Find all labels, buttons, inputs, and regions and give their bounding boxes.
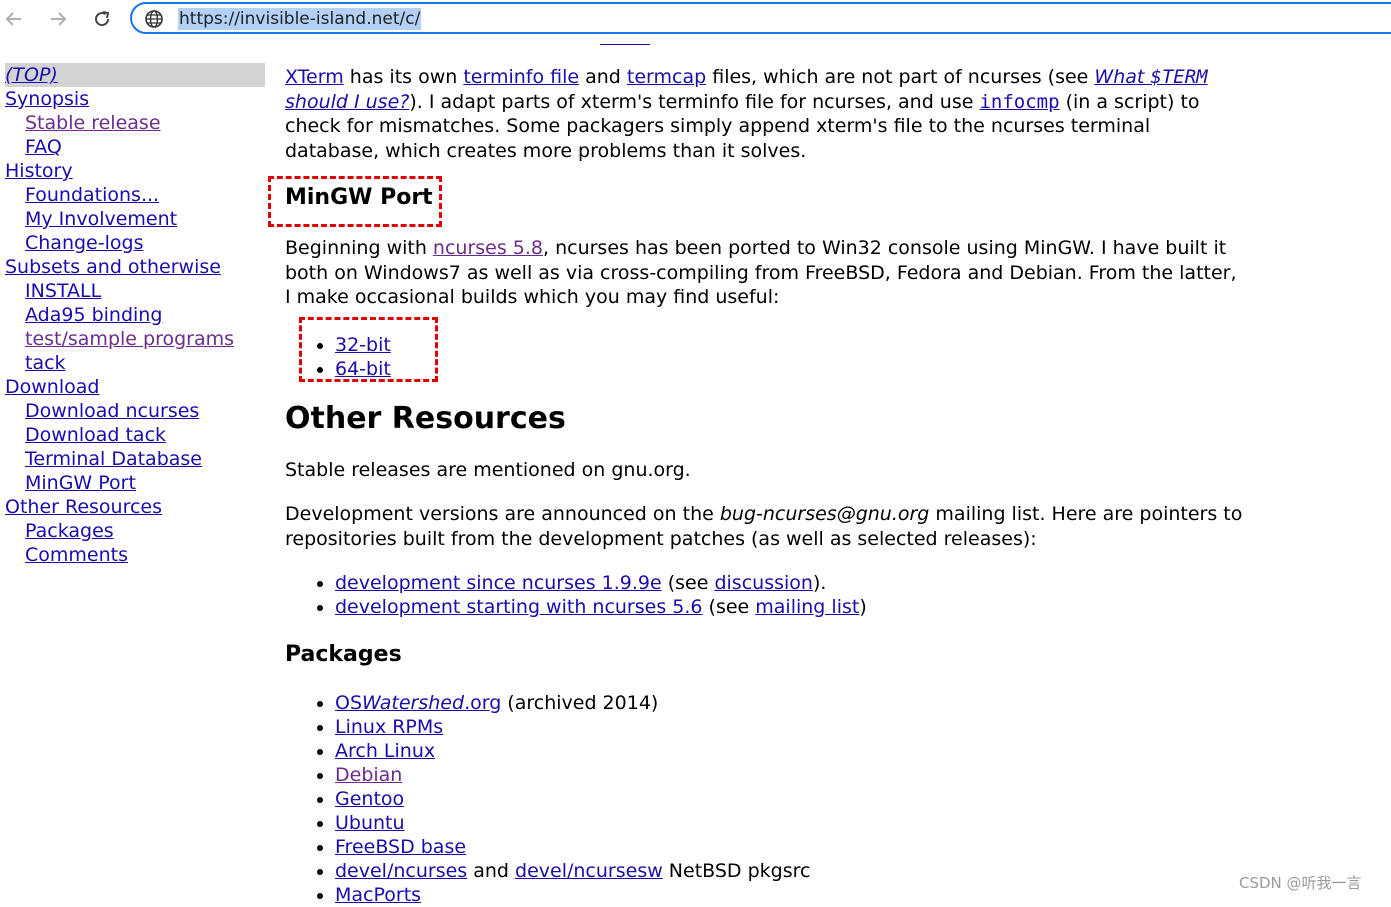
mailing-list-link[interactable]: mailing list: [755, 596, 859, 618]
oswatershed-link[interactable]: OSWatershed.org: [335, 692, 501, 714]
other-resources-heading: Other Resources: [285, 400, 566, 436]
sidebar-item-packages[interactable]: Packages: [25, 519, 265, 543]
packages-heading: Packages: [285, 642, 402, 667]
ncurses-58-link[interactable]: ncurses 5.8: [433, 237, 543, 259]
sidebar-item-tack[interactable]: tack: [25, 351, 265, 375]
list-item: Debian: [335, 763, 1245, 787]
main-content: XTerm has its own terminfo file and term…: [285, 63, 1245, 907]
macports-link[interactable]: MacPorts: [335, 884, 421, 906]
forward-button[interactable]: [46, 7, 70, 31]
arrow-right-icon: [51, 12, 67, 26]
dev-since-199e-link[interactable]: development since ncurses 1.9.9e: [335, 572, 662, 594]
reload-icon: [95, 11, 110, 27]
list-item: Arch Linux: [335, 739, 1245, 763]
sidebar-item-other-resources[interactable]: Other Resources: [5, 495, 265, 519]
list-item: 64-bit: [335, 357, 1245, 381]
sidebar-item-subsets[interactable]: Subsets and otherwise: [5, 255, 265, 279]
gentoo-link[interactable]: Gentoo: [335, 788, 404, 810]
sidebar-item-ada95[interactable]: Ada95 binding: [25, 303, 265, 327]
mailing-list-name: bug-ncurses@gnu.org: [719, 503, 930, 525]
mingw-builds-list: 32-bit 64-bit: [285, 333, 1245, 381]
discussion-link[interactable]: discussion: [714, 572, 812, 594]
linux-rpms-link[interactable]: Linux RPMs: [335, 716, 443, 738]
list-item: MacPorts: [335, 883, 1245, 907]
sidebar-item-download[interactable]: Download: [5, 375, 265, 399]
sidebar-item-mingw-port[interactable]: MinGW Port: [25, 471, 265, 495]
ubuntu-link[interactable]: Ubuntu: [335, 812, 405, 834]
build-32bit-link[interactable]: 32-bit: [335, 334, 391, 356]
debian-link[interactable]: Debian: [335, 764, 402, 786]
arrow-left-icon: [5, 12, 21, 26]
sidebar-item-synopsis[interactable]: Synopsis: [5, 87, 265, 111]
sidebar-item-foundations[interactable]: Foundations...: [25, 183, 265, 207]
build-64bit-link[interactable]: 64-bit: [335, 358, 391, 380]
address-bar[interactable]: https://invisible-island.net/c/: [130, 2, 1391, 34]
sidebar-item-install[interactable]: INSTALL: [25, 279, 265, 303]
sidebar-item-change-logs[interactable]: Change-logs: [25, 231, 265, 255]
xterm-paragraph: XTerm has its own terminfo file and term…: [285, 66, 1208, 162]
reload-button[interactable]: [90, 7, 114, 31]
list-item: development since ncurses 1.9.9e (see di…: [335, 571, 1245, 595]
termcap-link[interactable]: termcap: [627, 66, 706, 88]
arch-linux-link[interactable]: Arch Linux: [335, 740, 435, 762]
sidebar-item-faq[interactable]: FAQ: [25, 135, 62, 159]
terminfo-file-link[interactable]: terminfo file: [463, 66, 579, 88]
back-button[interactable]: [2, 7, 26, 31]
xterm-link[interactable]: XTerm: [285, 66, 344, 88]
infocmp-link[interactable]: infocmp: [979, 91, 1059, 113]
sidebar-item-download-ncurses[interactable]: Download ncurses: [25, 399, 265, 423]
sidebar-item-top[interactable]: (TOP): [5, 63, 265, 87]
list-item: development starting with ncurses 5.6 (s…: [335, 595, 1245, 619]
globe-icon[interactable]: [144, 9, 164, 29]
sidebar-item-terminal-database[interactable]: Terminal Database: [25, 447, 265, 471]
sidebar-nav: (TOP) Synopsis Stable release FAQ Histor…: [5, 63, 265, 567]
watermark: CSDN @听我一言: [1239, 874, 1362, 892]
url-text[interactable]: https://invisible-island.net/c/: [178, 8, 422, 30]
sidebar-item-test-programs[interactable]: test/sample programs: [25, 327, 265, 351]
list-item: FreeBSD base: [335, 835, 1245, 859]
browser-toolbar: https://invisible-island.net/c/: [0, 0, 1391, 40]
list-item: Linux RPMs: [335, 715, 1245, 739]
mingw-port-heading: MinGW Port: [285, 185, 433, 210]
development-paragraph: Development versions are announced on th…: [285, 503, 1243, 550]
dev-starting-56-link[interactable]: development starting with ncurses 5.6: [335, 596, 703, 618]
sidebar-item-history[interactable]: History: [5, 159, 265, 183]
list-item: 32-bit: [335, 333, 1245, 357]
devel-ncursesw-link[interactable]: devel/ncursesw: [515, 860, 663, 882]
list-item: OSWatershed.org (archived 2014): [335, 691, 1245, 715]
stable-releases-text: Stable releases are mentioned on gnu.org…: [285, 458, 691, 481]
sidebar-item-stable-release[interactable]: Stable release: [25, 111, 265, 135]
devel-ncurses-link[interactable]: devel/ncurses: [335, 860, 467, 882]
list-item: Ubuntu: [335, 811, 1245, 835]
mingw-paragraph: Beginning with ncurses 5.8, ncurses has …: [285, 237, 1237, 308]
sidebar-item-comments[interactable]: Comments: [25, 543, 265, 567]
scrolled-link-remnant: [600, 38, 650, 45]
list-item: Gentoo: [335, 787, 1245, 811]
repositories-list: development since ncurses 1.9.9e (see di…: [285, 571, 1245, 619]
list-item: devel/ncurses and devel/ncursesw NetBSD …: [335, 859, 1245, 883]
packages-list: OSWatershed.org (archived 2014) Linux RP…: [285, 691, 1245, 907]
sidebar-item-download-tack[interactable]: Download tack: [25, 423, 265, 447]
freebsd-base-link[interactable]: FreeBSD base: [335, 836, 466, 858]
sidebar-item-my-involvement[interactable]: My Involvement: [25, 207, 265, 231]
